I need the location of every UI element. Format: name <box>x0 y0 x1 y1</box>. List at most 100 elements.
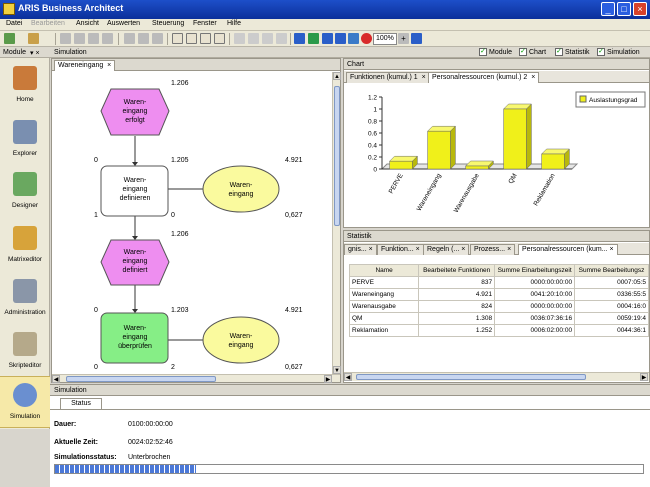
sidebar-item-matrixeditor[interactable]: Matrixeditor <box>0 220 50 272</box>
table-cell: 0044:36:1 <box>574 324 649 337</box>
menu-datei[interactable]: Datei <box>6 20 22 27</box>
model-canvas[interactable]: Waren- eingang erfolgt Waren- eingang de… <box>52 72 332 374</box>
scroll-thumb[interactable] <box>66 376 216 382</box>
copy-icon[interactable] <box>248 33 259 44</box>
counter-label: 4.921 <box>285 307 303 314</box>
scroll-left-icon[interactable]: ◀ <box>52 375 60 383</box>
doc4-icon[interactable] <box>214 33 225 44</box>
counter-label: 1.206 <box>171 80 189 87</box>
table-cell: 0059:19:4 <box>574 312 649 325</box>
undo-icon[interactable] <box>124 33 135 44</box>
tab-regeln[interactable]: Regeln (... × <box>423 244 470 255</box>
scroll-left-icon[interactable]: ◀ <box>344 373 352 381</box>
sidebar-item-simulation[interactable]: Simulation <box>0 376 50 428</box>
resource-node[interactable]: Waren- eingang <box>202 316 280 364</box>
close-icon[interactable]: × <box>461 246 465 253</box>
menu-auswerten[interactable]: Auswerten <box>107 20 140 27</box>
menu-bearbeiten[interactable]: Bearbeiten <box>31 20 65 27</box>
column-header[interactable]: Name <box>348 264 420 277</box>
table-row[interactable]: QM 1.308 0036:07:36:16 0059:19:4 <box>348 312 649 325</box>
tab-personalressourcen[interactable]: Personalressourcen (kumul.) 2 × <box>428 72 540 83</box>
close-icon[interactable]: × <box>610 246 614 253</box>
menu-hilfe[interactable]: Hilfe <box>227 20 241 27</box>
reset-icon[interactable] <box>348 33 359 44</box>
tab-wareneingang[interactable]: Wareneingang × <box>54 60 116 71</box>
close-icon[interactable]: × <box>529 74 535 81</box>
sidebar-item-skripteditor[interactable]: Skripteditor <box>0 326 50 378</box>
column-header[interactable]: Summe Einarbeitungszeit <box>494 264 576 277</box>
close-icon[interactable]: × <box>105 62 111 69</box>
stop-icon[interactable] <box>361 33 372 44</box>
event-node[interactable]: Waren- eingang erfolgt <box>100 88 170 136</box>
bar-side <box>450 125 456 170</box>
info-icon[interactable] <box>138 33 149 44</box>
play-icon[interactable] <box>294 33 305 44</box>
close-icon[interactable]: × <box>416 246 420 253</box>
maximize-button[interactable]: □ <box>617 2 631 16</box>
zoom-input[interactable]: 100% <box>373 33 397 45</box>
open-icon[interactable] <box>28 33 39 44</box>
statistik-checkbox[interactable]: ✓ <box>555 48 563 56</box>
tab-prozess[interactable]: Prozess... × <box>470 244 516 255</box>
close-icon[interactable]: × <box>369 246 373 253</box>
close-icon[interactable]: × <box>507 246 511 253</box>
scroll-right-icon[interactable]: ▶ <box>640 373 648 381</box>
function-node[interactable]: Waren- eingang überprüfen <box>100 312 169 364</box>
properties-icon[interactable] <box>102 33 113 44</box>
editor-vertical-scrollbar[interactable]: ▲ ▼ <box>332 72 341 374</box>
table-row[interactable]: Reklamation 1.252 0006:02:00:00 0044:36:1 <box>348 324 649 337</box>
minimize-button[interactable]: _ <box>601 2 615 16</box>
svg-text:eingang: eingang <box>229 342 254 349</box>
column-header[interactable]: Bearbeitete Funktionen <box>418 264 496 277</box>
sidebar-item-explorer[interactable]: Explorer <box>0 114 50 166</box>
module-checkbox[interactable]: ✓ <box>479 48 487 56</box>
new-icon[interactable] <box>4 33 15 44</box>
doc2-icon[interactable] <box>186 33 197 44</box>
doc3-icon[interactable] <box>200 33 211 44</box>
tab-funktionen[interactable]: Funktionen (kumul.) 1 × <box>346 72 430 83</box>
table-row[interactable]: Wareneingang 4.921 0041:20:10:00 0336:55:5 <box>348 288 649 301</box>
zoom-spin-icon[interactable]: + <box>398 33 409 44</box>
chart-checkbox[interactable]: ✓ <box>519 48 527 56</box>
event-node[interactable]: Waren- eingang definiert <box>100 239 170 286</box>
tab-funktionen[interactable]: Funktion... × <box>377 244 424 255</box>
step-icon[interactable] <box>322 33 333 44</box>
delete-icon[interactable] <box>276 33 287 44</box>
tab-personalressourcen[interactable]: Personalressourcen (kum... × <box>518 244 618 255</box>
tab-status[interactable]: Status <box>60 398 102 409</box>
print-icon[interactable] <box>74 33 85 44</box>
cut-icon[interactable] <box>234 33 245 44</box>
scroll-down-icon[interactable]: ▼ <box>333 366 341 374</box>
close-icon[interactable]: × <box>420 74 426 81</box>
function-node[interactable]: Waren- eingang definieren <box>100 165 169 217</box>
statistik-horizontal-scrollbar[interactable]: ◀ ▶ <box>344 372 649 381</box>
paste-icon[interactable] <box>262 33 273 44</box>
menu-ansicht[interactable]: Ansicht <box>76 20 99 27</box>
scroll-up-icon[interactable]: ▲ <box>333 72 341 80</box>
module-sidebar: Home Explorer Designer Matrixeditor Admi… <box>0 58 50 429</box>
tab-ergebnisse[interactable]: gnis... × <box>344 244 377 255</box>
preview-icon[interactable] <box>88 33 99 44</box>
menu-steuerung[interactable]: Steuerung <box>152 20 184 27</box>
scroll-thumb[interactable] <box>356 374 586 380</box>
menu-fenster[interactable]: Fenster <box>193 20 217 27</box>
table-row[interactable]: PERVE 837 0000:00:00:00 0007:05:5 <box>348 276 649 289</box>
simulation-checkbox[interactable]: ✓ <box>597 48 605 56</box>
pause-icon[interactable] <box>308 33 319 44</box>
link-icon[interactable] <box>152 33 163 44</box>
step-over-icon[interactable] <box>335 33 346 44</box>
modules-dropdown-icon[interactable]: ▾ × <box>30 49 40 57</box>
column-header[interactable]: Summe Bearbeitungsz <box>574 264 649 277</box>
sidebar-item-administration[interactable]: Administration <box>0 273 50 325</box>
resource-node[interactable]: Waren- eingang <box>202 165 280 213</box>
fit-icon[interactable] <box>411 33 422 44</box>
editor-horizontal-scrollbar[interactable]: ◀ ▶ <box>52 374 340 383</box>
scroll-thumb[interactable] <box>334 86 340 226</box>
save-icon[interactable] <box>60 33 71 44</box>
table-row[interactable]: Warenausgabe 824 0000:00:00:00 0004:16:0 <box>348 300 649 313</box>
sidebar-item-designer[interactable]: Designer <box>0 166 50 218</box>
sidebar-item-home[interactable]: Home <box>0 60 50 112</box>
close-button[interactable]: × <box>633 2 647 16</box>
doc1-icon[interactable] <box>172 33 183 44</box>
scroll-right-icon[interactable]: ▶ <box>324 375 332 383</box>
